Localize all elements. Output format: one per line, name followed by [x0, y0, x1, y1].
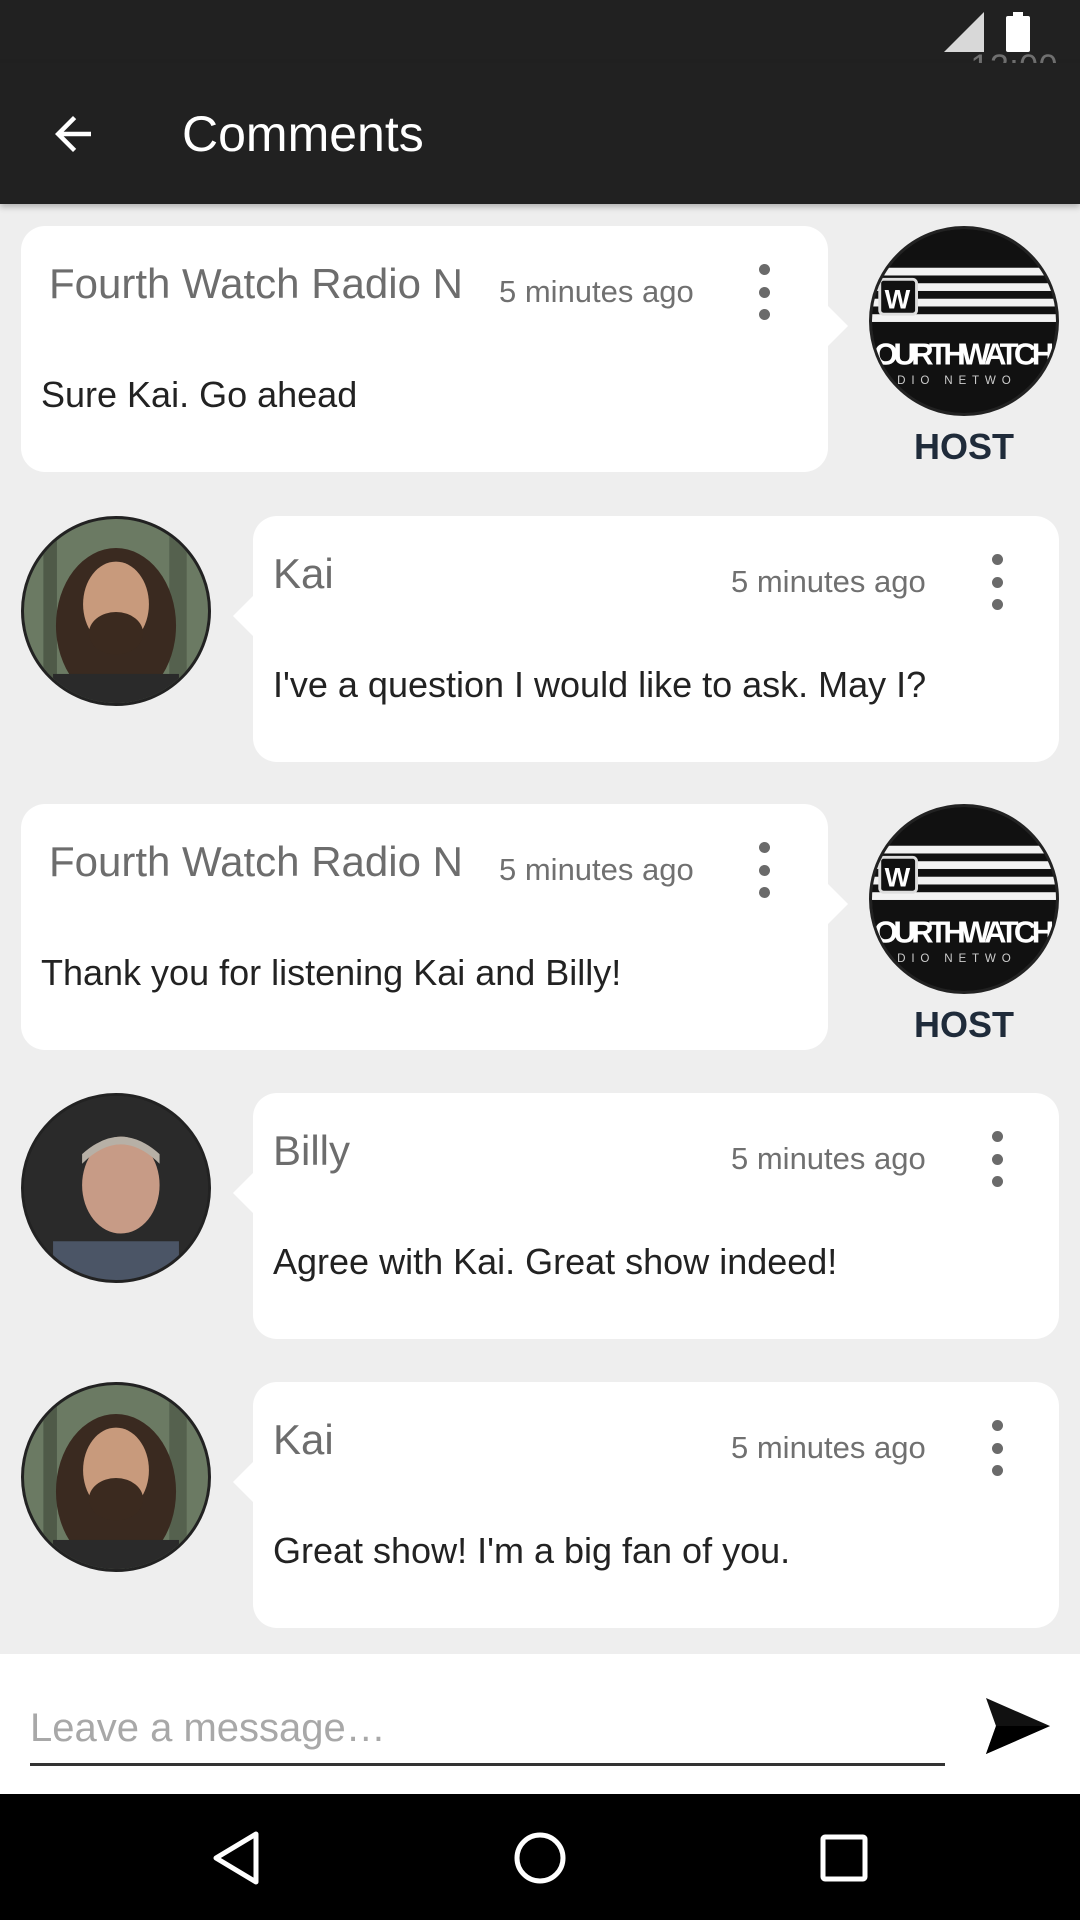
host-logo-letter: W — [885, 283, 911, 314]
send-icon[interactable] — [986, 1698, 1050, 1754]
comment-author: Billy — [273, 1127, 351, 1174]
comments-list[interactable]: Fourth Watch Radio N 5 minutes ago Sure … — [0, 204, 1080, 1654]
host-avatar[interactable]: W OURTHWATCH DIO NETWO — [869, 804, 1059, 994]
comment-message: I've a question I would like to ask. May… — [273, 664, 927, 705]
comment-author: Kai — [273, 1416, 334, 1463]
comment-card: Fourth Watch Radio N 5 minutes ago Sure … — [21, 226, 848, 472]
comment-message: Great show! I'm a big fan of you. — [273, 1530, 791, 1571]
comment-time: 5 minutes ago — [499, 852, 694, 887]
comment-time: 5 minutes ago — [499, 274, 694, 309]
host-logo-letter: W — [885, 861, 911, 892]
host-logo-subtitle: DIO NETWO — [897, 374, 1016, 387]
comment-message: Agree with Kai. Great show indeed! — [273, 1241, 838, 1282]
message-composer — [0, 1654, 1080, 1794]
home-circle-icon[interactable] — [512, 1830, 568, 1886]
comment-author: Fourth Watch Radio N — [49, 838, 463, 885]
host-logo-subtitle: DIO NETWO — [897, 952, 1016, 965]
status-bar: 12:00 — [0, 0, 1080, 86]
comment-time: 5 minutes ago — [731, 564, 926, 599]
system-nav-bar — [0, 1794, 1080, 1920]
host-badge: HOST — [913, 426, 1014, 467]
comment-time: 5 minutes ago — [731, 1430, 926, 1465]
comment-author: Kai — [273, 550, 334, 597]
comment-card: Fourth Watch Radio N 5 minutes ago Thank… — [21, 804, 848, 1050]
comment-card: Kai 5 minutes ago Great show! I'm a big … — [233, 1382, 1059, 1628]
signal-icon — [944, 11, 984, 52]
host-logo-wordmark: OURTHWATCH — [874, 337, 1054, 372]
app-bar: Comments — [0, 63, 1080, 204]
more-options-icon[interactable] — [980, 554, 1014, 610]
comment-message: Sure Kai. Go ahead — [41, 374, 358, 415]
comment-author: Fourth Watch Radio N — [49, 260, 463, 307]
page-title: Comments — [182, 105, 424, 162]
host-logo-wordmark: OURTHWATCH — [874, 915, 1054, 950]
message-input[interactable] — [30, 1694, 945, 1766]
comment-card: Kai 5 minutes ago I've a question I woul… — [233, 516, 1059, 762]
user-avatar-billy[interactable] — [21, 1093, 211, 1283]
battery-icon — [1006, 11, 1030, 52]
comment-message: Thank you for listening Kai and Billy! — [41, 952, 622, 993]
user-avatar-kai[interactable] — [21, 1382, 211, 1572]
host-badge: HOST — [913, 1004, 1014, 1045]
user-avatar-kai[interactable] — [21, 516, 211, 706]
more-options-icon[interactable] — [980, 1131, 1014, 1187]
comment-time: 5 minutes ago — [731, 1141, 926, 1176]
host-avatar[interactable]: W OURTHWATCH DIO NETWO — [869, 226, 1059, 416]
more-options-icon[interactable] — [747, 264, 781, 320]
comment-card: Billy 5 minutes ago Agree with Kai. Grea… — [233, 1093, 1059, 1339]
recents-square-icon[interactable] — [816, 1830, 872, 1886]
more-options-icon[interactable] — [980, 1420, 1014, 1476]
arrow-back-icon[interactable] — [46, 107, 100, 161]
back-triangle-icon[interactable] — [208, 1830, 264, 1886]
more-options-icon[interactable] — [747, 842, 781, 898]
